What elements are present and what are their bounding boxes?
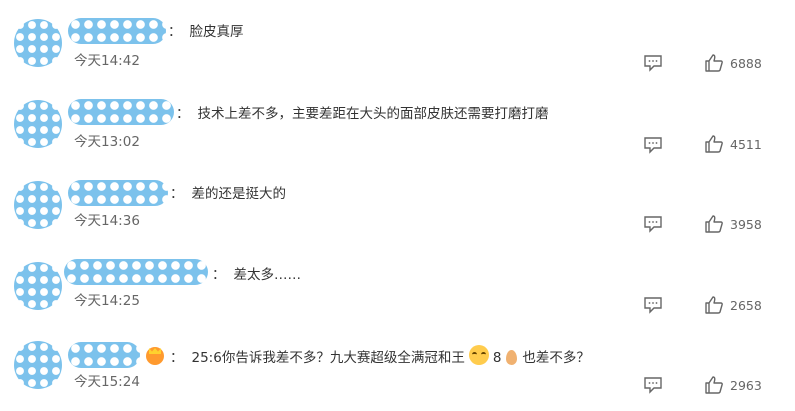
- comment-time: 今天13:02: [74, 134, 140, 150]
- thumbs-up-icon[interactable]: [704, 53, 724, 73]
- comment-item: ： 25:6你告诉我差不多？九大赛超级全满冠和王 8 也差不多？ 今天15:24 29…: [0, 324, 795, 405]
- separator: ：: [176, 106, 190, 122]
- comment-item: ： 差的还是挺大的 今天14:36 3958: [0, 162, 795, 243]
- crown-emoji-icon: [146, 347, 164, 365]
- crying-face-emoji-icon: [468, 345, 489, 365]
- username-redacted[interactable]: [68, 99, 174, 125]
- like-count: 4511: [730, 137, 762, 152]
- like-count: 2658: [730, 298, 762, 313]
- comment-bubble-icon[interactable]: [643, 54, 663, 72]
- username-redacted[interactable]: [68, 180, 168, 206]
- avatar[interactable]: [14, 262, 62, 310]
- separator: ：: [168, 24, 182, 40]
- comment-text: ： 脸皮真厚: [168, 22, 244, 42]
- comment-bubble-icon[interactable]: [643, 376, 663, 394]
- egg-emoji-icon: [506, 350, 518, 365]
- comment-time: 今天14:25: [74, 293, 140, 309]
- comment-body: 技术上差不多，主要差距在大头的面部皮肤还需要打磨打磨: [197, 106, 549, 122]
- comment-bubble-icon[interactable]: [643, 215, 663, 233]
- username-redacted[interactable]: [64, 259, 208, 285]
- comment-body-end: 也差不多？: [522, 350, 590, 366]
- like-count: 3958: [730, 217, 762, 232]
- thumbs-up-icon[interactable]: [704, 214, 724, 234]
- comment-body: 差太多……: [233, 267, 302, 283]
- like-count: 6888: [730, 56, 762, 71]
- username-redacted[interactable]: [68, 18, 166, 44]
- comment-time: 今天14:36: [74, 213, 140, 229]
- avatar[interactable]: [14, 100, 62, 148]
- thumbs-up-icon[interactable]: [704, 134, 724, 154]
- separator: ：: [170, 350, 184, 366]
- comment-text: ： 技术上差不多，主要差距在大头的面部皮肤还需要打磨打磨: [176, 104, 549, 124]
- comment-bubble-icon[interactable]: [643, 136, 663, 154]
- comment-item: ： 技术上差不多，主要差距在大头的面部皮肤还需要打磨打磨 今天13:02 4511: [0, 81, 795, 162]
- comment-text: ： 差的还是挺大的: [170, 184, 286, 204]
- separator: ：: [212, 267, 226, 283]
- comment-time: 今天14:42: [74, 53, 140, 69]
- separator: ：: [170, 186, 184, 202]
- comment-body: 25:6你告诉我差不多？九大赛超级全满冠和王: [191, 350, 465, 366]
- thumbs-up-icon[interactable]: [704, 375, 724, 395]
- comment-bubble-icon[interactable]: [643, 296, 663, 314]
- avatar[interactable]: [14, 181, 62, 229]
- comment-text: ： 差太多……: [212, 265, 301, 285]
- comment-time: 今天15:24: [74, 374, 140, 390]
- comment-text: ： 25:6你告诉我差不多？九大赛超级全满冠和王 8 也差不多？: [146, 345, 590, 368]
- avatar[interactable]: [14, 19, 62, 67]
- comment-item: ： 差太多…… 今天14:25 2658: [0, 243, 795, 324]
- like-count: 2963: [730, 378, 762, 393]
- comment-body: 差的还是挺大的: [191, 186, 287, 202]
- comment-body: 脸皮真厚: [189, 24, 244, 40]
- username-redacted[interactable]: [68, 342, 140, 368]
- avatar[interactable]: [14, 341, 62, 389]
- comment-item: ： 脸皮真厚 今天14:42 6888: [0, 0, 795, 81]
- comment-body-number: 8: [492, 350, 502, 366]
- thumbs-up-icon[interactable]: [704, 295, 724, 315]
